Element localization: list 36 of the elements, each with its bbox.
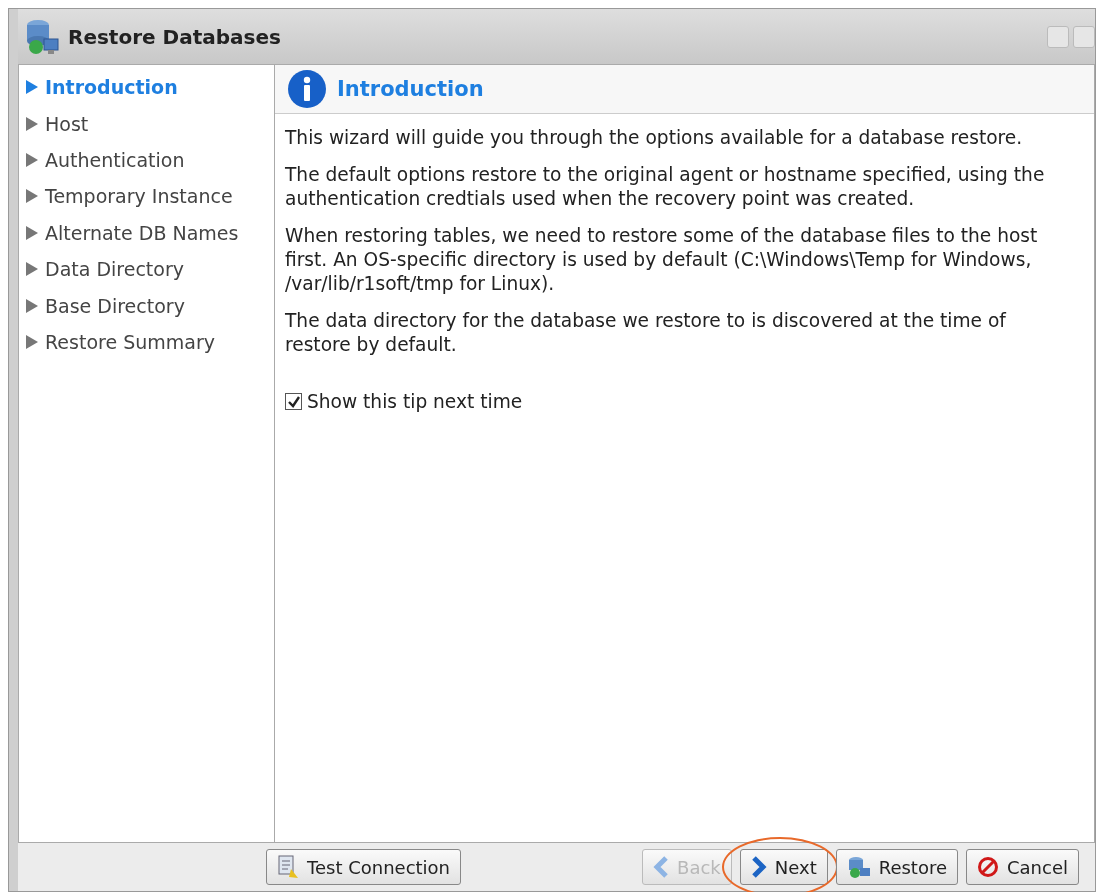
triangle-icon	[25, 224, 39, 241]
checkbox[interactable]	[285, 393, 302, 410]
chevron-left-icon	[653, 856, 670, 878]
chevron-right-icon	[750, 856, 767, 878]
checkbox-label: Show this tip next time	[307, 391, 523, 412]
prohibited-icon	[977, 856, 999, 878]
wizard-step[interactable]: Introduction	[19, 69, 274, 106]
window-title: Restore Databases	[68, 24, 281, 49]
paragraph: The data directory for the database we restore to is discovered at the time of restore by default.	[285, 309, 1008, 357]
paragraph: When restoring tables, we need to restore some of the database files to the host first. An OS-specific directory is used by default (C:\Windows\Temp for Windows, /var/lib/r1soft/tmp for Linux).	[285, 224, 1039, 296]
database-icon	[846, 855, 871, 879]
restore-button[interactable]: Restore	[835, 849, 958, 885]
triangle-icon	[25, 333, 39, 350]
paragraph: The default options restore to the original agent or hostname specified, using the authentication credtials used when the recovery point was created.	[285, 163, 1046, 211]
document-icon	[277, 855, 299, 879]
wizard-step[interactable]: Data Directory	[19, 250, 274, 288]
triangle-icon	[25, 261, 39, 278]
wizard-step[interactable]: Host	[19, 105, 274, 142]
triangle-icon	[25, 151, 39, 168]
wizard-step[interactable]: Temporary Instance	[19, 178, 274, 215]
triangle-icon	[25, 188, 39, 205]
triangle-icon	[25, 79, 39, 96]
next-button[interactable]: Next	[739, 849, 828, 885]
content-title: Introduction	[337, 77, 484, 101]
cancel-button[interactable]: Cancel	[966, 849, 1079, 885]
triangle-icon	[25, 115, 39, 132]
wizard-step[interactable]: Restore Summary	[19, 323, 274, 361]
paragraph: This wizard will guide you through the options available for a database restore.	[285, 126, 1024, 150]
info-icon	[287, 69, 327, 109]
close-button[interactable]	[1073, 25, 1095, 48]
wizard-step[interactable]: Authentication	[19, 141, 274, 179]
wizard-step[interactable]: Alternate DB Names	[19, 214, 274, 251]
triangle-icon	[25, 297, 39, 314]
test-button[interactable]: Test Connection	[266, 849, 461, 885]
maximize-button[interactable]	[1047, 25, 1069, 48]
wizard-step[interactable]: Base Directory	[19, 287, 274, 324]
